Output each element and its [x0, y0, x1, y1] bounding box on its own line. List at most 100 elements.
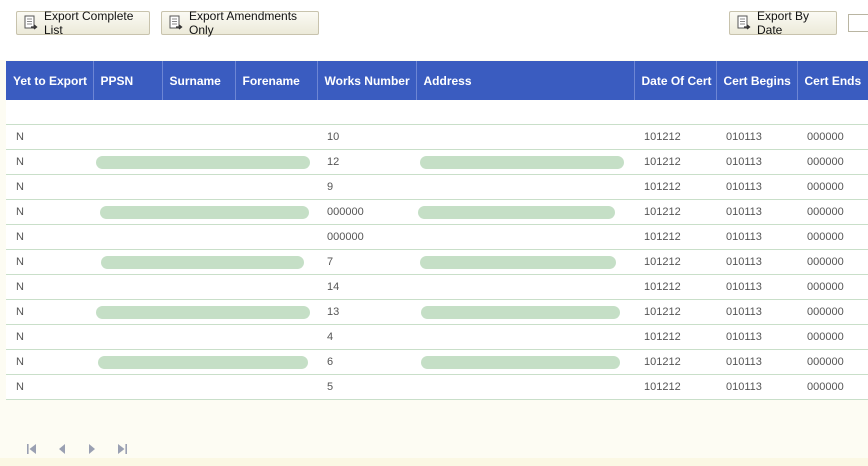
column-header-date-of-cert[interactable]: Date Of Cert	[634, 61, 717, 100]
cell-works-number: 9	[317, 174, 416, 200]
table-row[interactable]: N 000000 101212 010113 000000	[6, 199, 868, 225]
cell-ppsn	[93, 249, 304, 275]
table-row[interactable]: N 6 101212 010113 000000	[6, 349, 868, 375]
cell-date-of-cert: 101212	[634, 324, 716, 350]
date-input[interactable]	[848, 14, 868, 32]
export-icon	[168, 15, 184, 31]
cell-cert-ends: 000000	[797, 324, 868, 350]
cell-cert-begins: 010113	[716, 299, 797, 325]
cell-cert-begins: 010113	[716, 224, 797, 250]
cell-works-number: 13	[317, 299, 416, 325]
redacted-name	[96, 306, 310, 319]
cell-surname	[162, 324, 235, 350]
cell-date-of-cert: 101212	[634, 374, 716, 400]
export-by-date-button[interactable]: Export By Date	[729, 9, 837, 37]
redacted-name	[98, 356, 308, 369]
table-row[interactable]: N 14 101212 010113 000000	[6, 274, 868, 300]
column-header-address[interactable]: Address	[416, 61, 635, 100]
cell-ppsn	[93, 199, 309, 225]
table-row[interactable]: N 5 101212 010113 000000	[6, 374, 868, 400]
cell-address	[416, 149, 634, 175]
column-header-works-number[interactable]: Works Number	[317, 61, 417, 100]
cell-ppsn	[93, 149, 310, 175]
cell-ppsn	[93, 274, 162, 300]
cell-address	[416, 174, 634, 200]
cell-cert-begins: 010113	[716, 374, 797, 400]
cell-surname	[162, 174, 235, 200]
redacted-address	[418, 206, 615, 219]
table-row[interactable]: N 12 101212 010113 000000	[6, 149, 868, 175]
export-amendments-only-label: Export Amendments Only	[189, 9, 298, 37]
cell-date-of-cert: 101212	[634, 349, 716, 375]
cell-ppsn	[93, 299, 310, 325]
column-header-forename[interactable]: Forename	[235, 61, 318, 100]
redacted-name	[96, 156, 310, 169]
cell-surname	[162, 124, 235, 150]
cell-date-of-cert: 101212	[634, 174, 716, 200]
cell-yet-to-export: N	[6, 274, 93, 300]
cell-ppsn	[93, 324, 162, 350]
cell-ppsn	[93, 224, 162, 250]
cell-yet-to-export: N	[6, 174, 93, 200]
cell-works-number: 6	[317, 349, 416, 375]
table-row[interactable]: N 7 101212 010113 000000	[6, 249, 868, 275]
export-amendments-only-button[interactable]: Export Amendments Only	[161, 9, 319, 37]
cell-forename	[235, 174, 317, 200]
column-header-ppsn[interactable]: PPSN	[93, 61, 163, 100]
table-row[interactable]: N 10 101212 010113 000000	[6, 124, 868, 150]
column-header-cert-begins[interactable]: Cert Begins	[716, 61, 798, 100]
cell-date-of-cert: 101212	[634, 249, 716, 275]
cell-cert-begins: 010113	[716, 199, 797, 225]
cell-yet-to-export: N	[6, 199, 93, 225]
redacted-address	[420, 256, 616, 269]
cell-surname	[162, 274, 235, 300]
table-row[interactable]: N 4 101212 010113 000000	[6, 324, 868, 350]
cell-forename	[235, 274, 317, 300]
cell-cert-ends: 000000	[797, 124, 868, 150]
cell-address	[416, 349, 634, 375]
cell-works-number: 5	[317, 374, 416, 400]
column-header-yet-to-export[interactable]: Yet to Export	[6, 61, 94, 100]
cell-cert-ends: 000000	[797, 149, 868, 175]
table-row[interactable]: N 9 101212 010113 000000	[6, 174, 868, 200]
column-header-cert-ends[interactable]: Cert Ends	[797, 61, 868, 100]
cell-cert-ends: 000000	[797, 199, 868, 225]
cell-works-number: 000000	[317, 199, 416, 225]
cell-date-of-cert: 101212	[634, 274, 716, 300]
cell-date-of-cert: 101212	[634, 199, 716, 225]
pager	[24, 441, 130, 457]
export-complete-list-button[interactable]: Export Complete List	[16, 9, 150, 37]
redacted-name	[101, 256, 304, 269]
cell-address	[416, 124, 634, 150]
cell-address	[416, 299, 634, 325]
cell-cert-ends: 000000	[797, 174, 868, 200]
cell-ppsn	[93, 124, 162, 150]
table-row[interactable]: N 000000 101212 010113 000000	[6, 224, 868, 250]
export-icon	[23, 15, 39, 31]
cell-yet-to-export: N	[6, 149, 93, 175]
cell-cert-ends: 000000	[797, 249, 868, 275]
bottom-strip	[0, 458, 868, 466]
cell-cert-begins: 010113	[716, 349, 797, 375]
redacted-address	[420, 156, 624, 169]
cell-works-number: 10	[317, 124, 416, 150]
cell-ppsn	[93, 374, 162, 400]
cell-cert-begins: 010113	[716, 274, 797, 300]
table-row[interactable]: N 13 101212 010113 000000	[6, 299, 868, 325]
toolbar: Export Complete List Export Amendments O…	[0, 0, 868, 60]
cell-cert-ends: 000000	[797, 374, 868, 400]
cell-ppsn	[93, 174, 162, 200]
table-header-row: Yet to Export PPSN Surname Forename Work…	[6, 61, 868, 100]
last-page-icon[interactable]	[114, 441, 130, 457]
cell-cert-begins: 010113	[716, 324, 797, 350]
redacted-address	[421, 356, 620, 369]
export-by-date-label: Export By Date	[757, 9, 810, 37]
cell-cert-begins: 010113	[716, 124, 797, 150]
first-page-icon[interactable]	[24, 441, 40, 457]
previous-page-icon[interactable]	[54, 441, 70, 457]
cell-ppsn	[93, 349, 308, 375]
export-table: Yet to Export PPSN Surname Forename Work…	[6, 61, 868, 400]
next-page-icon[interactable]	[84, 441, 100, 457]
column-header-surname[interactable]: Surname	[162, 61, 236, 100]
cell-surname	[162, 224, 235, 250]
